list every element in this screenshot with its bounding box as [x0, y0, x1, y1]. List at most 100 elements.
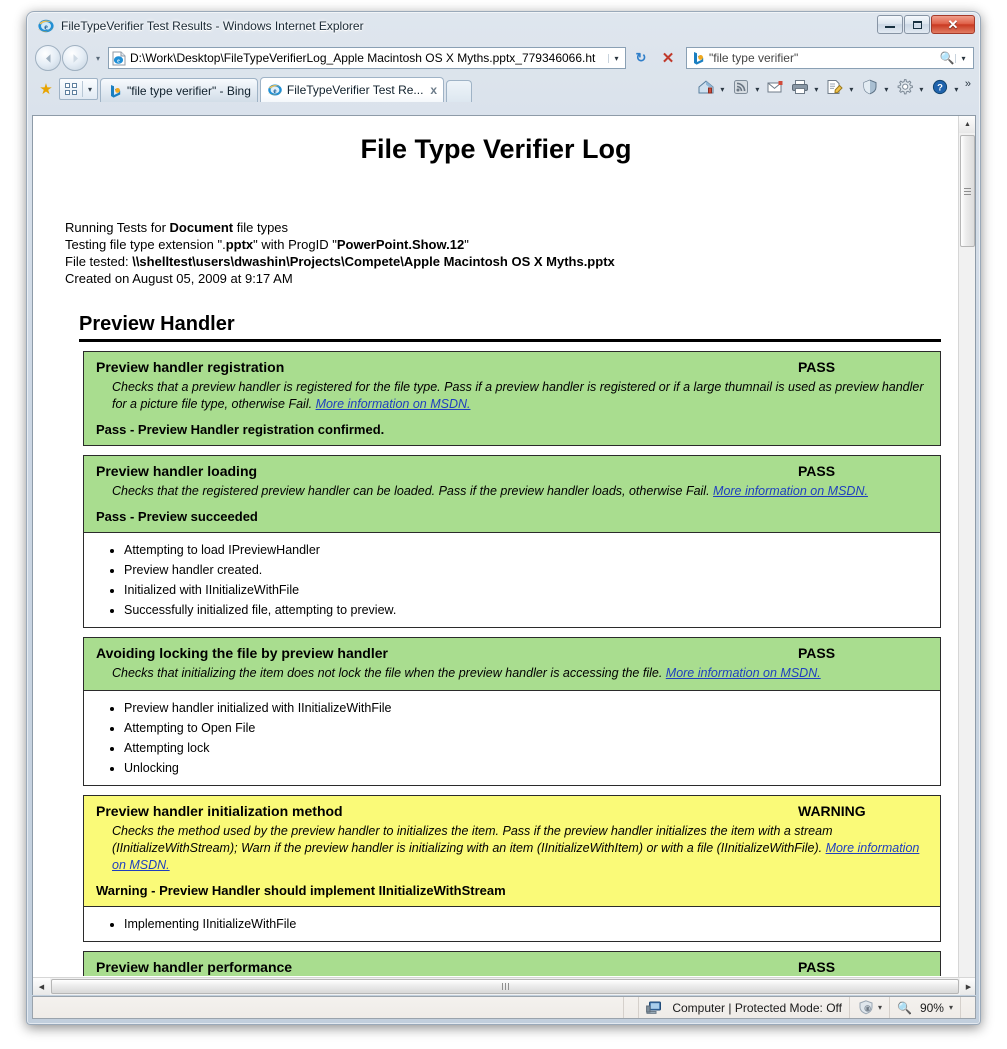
test-description: Checks that a preview handler is registe…: [112, 379, 928, 413]
search-input[interactable]: "file type verifier" 🔍 ▾: [686, 47, 974, 69]
test-log: Implementing IInitializeWithFile: [83, 907, 941, 942]
close-button[interactable]: ✕: [931, 15, 975, 34]
stop-button[interactable]: ✕: [656, 47, 680, 69]
test-log: Attempting to load IPreviewHandlerPrevie…: [83, 533, 941, 628]
list-item: Attempting lock: [124, 738, 928, 758]
refresh-button[interactable]: ↻: [629, 47, 653, 69]
bing-icon: [690, 50, 706, 66]
home-button[interactable]: ▾: [694, 78, 729, 100]
safety-button[interactable]: ▾: [858, 78, 893, 100]
close-icon[interactable]: x: [430, 83, 437, 97]
msdn-more-info-link[interactable]: More information on MSDN.: [713, 484, 868, 498]
chevron-down-icon[interactable]: ▾: [878, 1003, 882, 1012]
print-icon: [789, 79, 811, 100]
msdn-more-info-link[interactable]: More information on MSDN.: [316, 397, 471, 411]
resize-grip[interactable]: [960, 997, 975, 1018]
test-description-text: Checks that initializing the item does n…: [112, 666, 666, 680]
command-bar: ▾ ▾ ▾ ▾ ▾ ▾ ? ▾ »: [694, 78, 974, 102]
chevron-down-icon[interactable]: ▾: [881, 85, 892, 94]
chevron-down-icon[interactable]: ▾: [846, 85, 857, 94]
test-metadata: Running Tests for Document file types Te…: [65, 219, 959, 287]
meta-text: file types: [233, 220, 289, 235]
print-button[interactable]: ▾: [788, 78, 823, 100]
test-result-block: Preview handler loading PASS Checks that t…: [83, 455, 941, 628]
list-item: Unlocking: [124, 758, 928, 778]
test-result-block: Preview handler performance PASS: [83, 951, 941, 976]
chevron-down-icon[interactable]: ▾: [752, 85, 763, 94]
test-description-text: Checks the method used by the preview ha…: [112, 824, 833, 855]
help-button[interactable]: ? ▾: [928, 78, 963, 100]
meta-strong: \\shelltest\users\dwashin\Projects\Compe…: [132, 254, 615, 269]
vertical-scrollbar[interactable]: ▲: [958, 116, 975, 977]
horizontal-scrollbar[interactable]: ◀ ▶: [33, 977, 975, 995]
grip-icon: [964, 186, 971, 197]
search-value: "file type verifier": [709, 51, 799, 65]
forward-button[interactable]: [62, 45, 88, 71]
meta-text: Testing file type extension ".: [65, 237, 226, 252]
favorites-bar-button[interactable]: ▾: [59, 78, 98, 100]
list-item: Initialized with IInitializeWithFile: [124, 580, 928, 600]
test-result-block: Avoiding locking the file by preview han…: [83, 637, 941, 786]
zoom-level-label: 90%: [919, 1000, 944, 1015]
read-mail-button[interactable]: [764, 78, 788, 100]
chevron-down-icon[interactable]: ▾: [916, 85, 927, 94]
msdn-more-info-link[interactable]: More information on MSDN.: [666, 666, 821, 680]
favorites-grid-icon: [60, 83, 82, 95]
security-zone[interactable]: Computer | Protected Mode: Off: [638, 997, 849, 1018]
meta-strong: PowerPoint.Show.12: [336, 237, 465, 252]
page-button[interactable]: ▾: [823, 78, 858, 100]
scroll-up-button[interactable]: ▲: [959, 116, 975, 133]
forward-arrow-icon: [73, 53, 78, 63]
desktop-background: e FileTypeVerifier Test Results - Window…: [0, 0, 1007, 1049]
chevron-down-icon[interactable]: ▾: [811, 85, 822, 94]
zoom-control[interactable]: 🔍 90% ▾: [889, 997, 960, 1018]
svg-text:?: ?: [937, 82, 943, 93]
tab-filetypeverifier-results[interactable]: e FileTypeVerifier Test Re... x: [259, 77, 445, 102]
zoom-icon: 🔍: [897, 1000, 912, 1015]
shield-icon: [857, 1000, 873, 1015]
tab-bing-search[interactable]: "file type verifier" - Bing: [100, 78, 258, 102]
scroll-left-button[interactable]: ◀: [33, 978, 50, 995]
address-input[interactable]: e D:\Work\Desktop\FileTypeVerifierLog_Ap…: [108, 47, 626, 69]
test-header: Preview handler loading PASS Checks that t…: [83, 455, 941, 533]
security-zone-label: Computer | Protected Mode: Off: [672, 1000, 842, 1015]
minimize-icon: [885, 26, 895, 28]
favorites-star-icon[interactable]: ★: [35, 78, 57, 102]
refresh-icon: ↻: [635, 50, 647, 65]
chevron-down-icon[interactable]: ▾: [717, 85, 728, 94]
test-log-list: Implementing IInitializeWithFile: [96, 914, 928, 934]
test-description: Checks the method used by the preview ha…: [112, 823, 928, 874]
maximize-button[interactable]: [904, 15, 930, 34]
back-button[interactable]: [35, 45, 61, 71]
chevron-down-icon[interactable]: ▾: [83, 85, 97, 94]
recent-pages-button[interactable]: ▾: [91, 54, 105, 63]
test-result-block: Preview handler registration PASS Checks t…: [83, 351, 941, 446]
window-title: FileTypeVerifier Test Results - Windows …: [61, 19, 364, 33]
toolbar-overflow-button[interactable]: »: [963, 78, 974, 93]
meta-text: " with ProgID ": [253, 237, 337, 252]
meta-line-file-tested: File tested: \\shelltest\users\dwashin\P…: [65, 253, 959, 270]
window-controls: ✕: [877, 15, 975, 34]
chevron-down-icon[interactable]: ▾: [949, 1003, 953, 1012]
horizontal-scroll-thumb[interactable]: [51, 979, 959, 994]
feeds-button[interactable]: ▾: [729, 78, 764, 100]
feeds-icon: [730, 79, 752, 100]
internet-explorer-icon: e: [267, 82, 283, 98]
vertical-scroll-thumb[interactable]: [960, 135, 975, 247]
test-log-list: Attempting to load IPreviewHandlerPrevie…: [96, 540, 928, 620]
protected-mode-indicator[interactable]: ▾: [848, 997, 889, 1018]
scroll-right-button[interactable]: ▶: [960, 978, 975, 995]
chevron-down-icon[interactable]: ▾: [951, 85, 962, 94]
back-arrow-icon: [45, 53, 50, 63]
test-name: Preview handler initialization method: [96, 803, 343, 819]
test-description: Checks that initializing the item does n…: [112, 665, 928, 682]
close-x-icon: ✕: [661, 50, 675, 67]
minimize-button[interactable]: [877, 15, 903, 34]
search-dropdown-icon[interactable]: ▾: [955, 53, 971, 63]
tools-button[interactable]: ▾: [893, 78, 928, 100]
address-dropdown-icon[interactable]: ▾: [608, 53, 624, 63]
search-icon[interactable]: 🔍: [939, 51, 955, 65]
new-tab-button[interactable]: [446, 80, 473, 102]
list-item: Preview handler created.: [124, 560, 928, 580]
grip-icon: [501, 983, 509, 990]
